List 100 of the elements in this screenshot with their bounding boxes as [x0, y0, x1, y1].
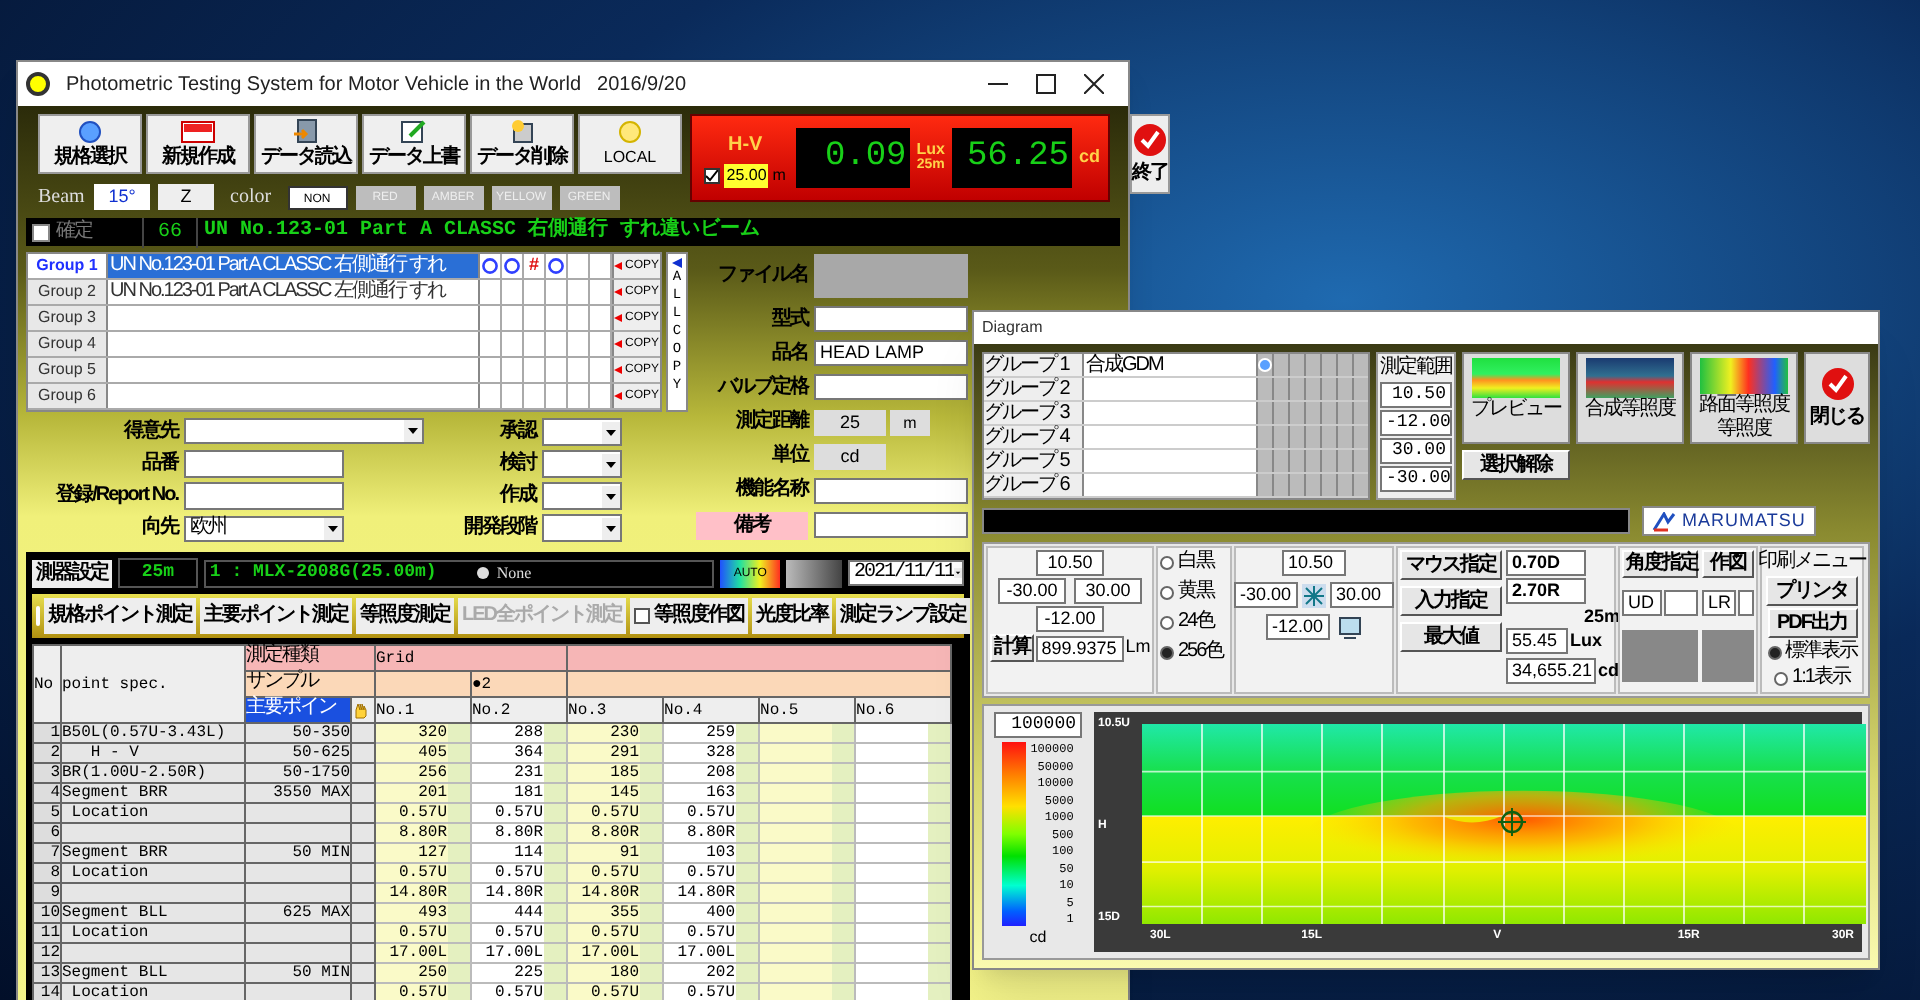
- mark-cell[interactable]: [480, 254, 502, 278]
- grid-cell[interactable]: [1352, 426, 1368, 448]
- view-button[interactable]: プレビュー: [1462, 352, 1570, 444]
- mark-cell[interactable]: [546, 254, 568, 278]
- lamp-settings-button[interactable]: 測定ランプ設定: [836, 598, 970, 634]
- dropdown-field[interactable]: 欧州: [184, 515, 344, 542]
- dropdown-field[interactable]: [542, 482, 622, 510]
- grid-cell[interactable]: [1304, 378, 1320, 400]
- grid-cell[interactable]: [1256, 378, 1272, 400]
- grid-cell[interactable]: [1336, 402, 1352, 424]
- grid-cell[interactable]: [1288, 426, 1304, 448]
- confirm-checkbox[interactable]: [32, 223, 50, 241]
- point-mode-button[interactable]: 入力指定: [1400, 586, 1502, 616]
- input-field[interactable]: [1738, 590, 1754, 617]
- close-button[interactable]: 閉じる: [1804, 352, 1870, 444]
- measure-button[interactable]: 等照度測定: [356, 598, 454, 634]
- point-mode-button[interactable]: 最大値: [1400, 622, 1502, 652]
- radio-option[interactable]: 白黒: [1160, 550, 1228, 574]
- grid-cell[interactable]: [1352, 450, 1368, 472]
- input-field[interactable]: UD: [1622, 590, 1662, 617]
- grid-cell[interactable]: [1256, 426, 1272, 448]
- dropdown-field[interactable]: [542, 450, 622, 478]
- angle-button[interactable]: 作図: [1702, 550, 1754, 578]
- grid-cell[interactable]: [1256, 474, 1272, 496]
- grid-cell[interactable]: [1352, 402, 1368, 424]
- grid-cell[interactable]: [1320, 402, 1336, 424]
- measure-button[interactable]: 主要ポイント測定: [200, 598, 352, 634]
- grid-cell[interactable]: [1320, 426, 1336, 448]
- radio-option[interactable]: 黄黒: [1160, 580, 1228, 604]
- input-field[interactable]: -30.00: [1234, 582, 1298, 608]
- input-field[interactable]: 2.70R: [1506, 578, 1586, 604]
- beam-angle-field[interactable]: 15°: [94, 184, 150, 210]
- close-icon[interactable]: [1084, 74, 1104, 94]
- radio-option[interactable]: 1:1表示: [1774, 666, 1850, 690]
- radio-option[interactable]: 標準表示: [1767, 640, 1857, 664]
- measure-button[interactable]: 規格ポイント測定: [44, 598, 196, 634]
- input-field[interactable]: LR: [1702, 590, 1736, 617]
- input-field[interactable]: -30.00: [1380, 466, 1452, 492]
- grid-cell[interactable]: [1320, 474, 1336, 496]
- grid-cell[interactable]: [1272, 450, 1288, 472]
- toolbar-button[interactable]: LOCAL: [578, 114, 682, 174]
- grid-cell[interactable]: [1272, 426, 1288, 448]
- point-mode-button[interactable]: マウス指定: [1400, 550, 1502, 580]
- group-name-cell[interactable]: UN No.123-01 Part A CLASSC 右側通行 すれ: [108, 254, 480, 278]
- input-field[interactable]: 30.00: [1380, 438, 1452, 464]
- input-field[interactable]: [814, 306, 968, 333]
- group-name-cell[interactable]: UN No.123-01 Part A CLASSC 左側通行 すれ: [108, 280, 480, 304]
- grid-cell[interactable]: [1352, 354, 1368, 376]
- input-field[interactable]: 10.50: [1282, 550, 1346, 576]
- grid-cell[interactable]: [1288, 474, 1304, 496]
- input-field[interactable]: -12.00: [1266, 614, 1330, 640]
- shade-selector[interactable]: [786, 559, 842, 587]
- grid-cell[interactable]: [1272, 378, 1288, 400]
- mark-cell[interactable]: #: [524, 254, 546, 278]
- print-button[interactable]: プリンタ: [1766, 576, 1858, 606]
- grid-cell[interactable]: [1304, 450, 1320, 472]
- input-field[interactable]: 34,655.21: [1506, 657, 1596, 684]
- grid-cell[interactable]: [1272, 402, 1288, 424]
- grid-cell[interactable]: [1336, 450, 1352, 472]
- radio-icon[interactable]: [476, 566, 491, 580]
- radio-option[interactable]: 256色: [1160, 640, 1228, 664]
- input-field[interactable]: [184, 482, 344, 511]
- grid-cell[interactable]: [1288, 378, 1304, 400]
- grid-cell[interactable]: [1320, 378, 1336, 400]
- grid-cell[interactable]: [1336, 378, 1352, 400]
- grid-cell[interactable]: [1336, 426, 1352, 448]
- toolbar-button[interactable]: データ削除: [470, 114, 574, 174]
- input-field[interactable]: 55.45: [1506, 628, 1568, 655]
- grid-cell[interactable]: [1304, 402, 1320, 424]
- contour-checkbox[interactable]: 等照度作図: [630, 598, 748, 634]
- input-field[interactable]: -12.00: [1036, 606, 1104, 632]
- input-field[interactable]: -12.00: [1380, 410, 1452, 436]
- maximize-icon[interactable]: [1036, 74, 1056, 94]
- input-field[interactable]: 10.50: [1036, 550, 1104, 576]
- grid-cell[interactable]: [1256, 450, 1272, 472]
- group-label[interactable]: Group 2: [28, 280, 108, 304]
- input-field[interactable]: 30.00: [1074, 578, 1142, 604]
- grid-cell[interactable]: [1288, 450, 1304, 472]
- grid-cell[interactable]: [1352, 474, 1368, 496]
- dropdown-field[interactable]: 2021/11/11: [848, 560, 964, 586]
- toolbar-button[interactable]: 新規作成: [146, 114, 250, 174]
- grid-cell[interactable]: [1336, 474, 1352, 496]
- group-label[interactable]: Group 5: [28, 358, 108, 382]
- main-point-cell[interactable]: 主要ポイン: [245, 697, 351, 723]
- monitor-icon[interactable]: [1338, 615, 1362, 639]
- toolbar-button[interactable]: データ上書: [362, 114, 466, 174]
- grid-cell[interactable]: [1288, 402, 1304, 424]
- calculate-button[interactable]: 計算: [989, 634, 1034, 662]
- clear-selection-button[interactable]: 選択解除: [1462, 450, 1570, 480]
- grid-cell[interactable]: [1336, 354, 1352, 376]
- group-name-cell[interactable]: 合成GDM: [1084, 354, 1256, 376]
- grid-cell[interactable]: [1272, 354, 1288, 376]
- remarks-button[interactable]: 備考: [696, 511, 808, 540]
- view-button[interactable]: 合成等照度: [1576, 352, 1684, 444]
- grid-cell[interactable]: [1272, 474, 1288, 496]
- input-field[interactable]: HEAD LAMP: [814, 340, 968, 367]
- beam-mode-field[interactable]: Z: [158, 184, 214, 210]
- input-field[interactable]: 0.70D: [1506, 550, 1586, 576]
- group-label[interactable]: Group 3: [28, 306, 108, 330]
- measure-button[interactable]: 光度比率: [752, 598, 832, 634]
